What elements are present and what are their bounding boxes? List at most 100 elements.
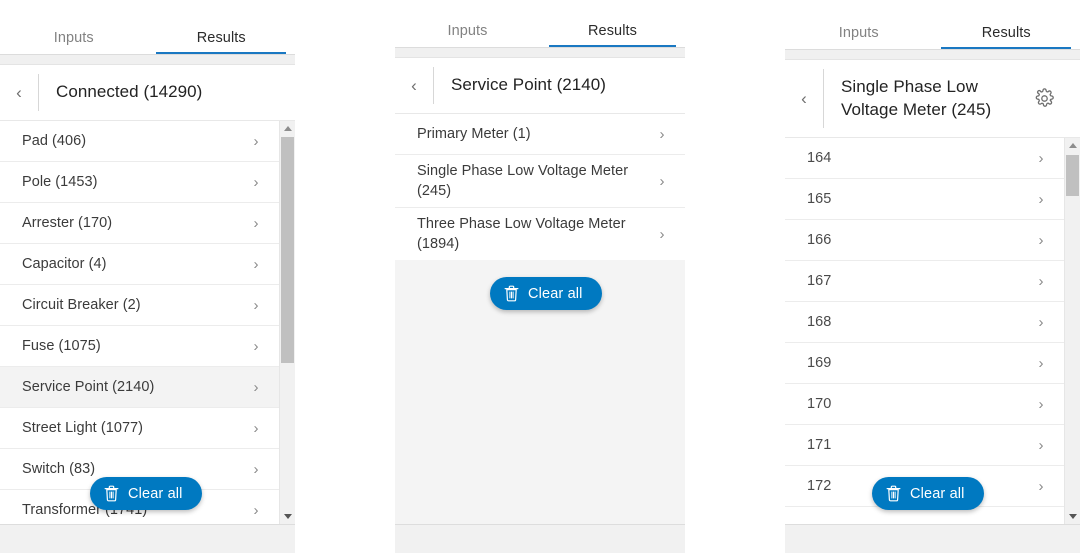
chevron-right-icon: › (1038, 272, 1044, 290)
chevron-right-icon: › (1038, 231, 1044, 249)
tab-results[interactable]: Results (540, 23, 685, 48)
chevron-right-icon: › (1038, 354, 1044, 372)
list-item-label: Capacitor (4) (22, 256, 107, 273)
panel-3-scrollbar[interactable] (1064, 138, 1080, 524)
panel-3-list: 164 › 165 › 166 › 167 › 168 › 169 › 170 … (785, 138, 1064, 524)
chevron-right-icon: › (1038, 149, 1044, 167)
tab-results[interactable]: Results (148, 30, 296, 56)
list-item-label: Pole (1453) (22, 174, 98, 191)
tab-inputs[interactable]: Inputs (0, 30, 148, 55)
list-item[interactable]: 167 › (785, 261, 1064, 302)
scroll-down-button[interactable] (1065, 509, 1080, 524)
list-item[interactable]: Fuse (1075) › (0, 326, 279, 368)
chevron-right-icon: › (253, 296, 259, 314)
panel-connected: Inputs Results ‹ Connected (14290) Pad (… (0, 0, 295, 553)
list-item[interactable]: 164 › (785, 138, 1064, 179)
list-item-label: 167 (807, 273, 832, 289)
list-item[interactable]: 169 › (785, 343, 1064, 384)
list-item-label: Three Phase Low Voltage Meter (1894) (417, 216, 626, 252)
panel-3-grey-band (785, 50, 1080, 60)
chevron-right-icon: › (1038, 436, 1044, 454)
tab-results[interactable]: Results (933, 25, 1080, 50)
list-item[interactable]: Circuit Breaker (2) › (0, 285, 279, 327)
tabbar-panel-3: Inputs Results (785, 0, 1080, 50)
tab-inputs[interactable]: Inputs (785, 25, 933, 50)
arrow-down-icon (283, 514, 292, 519)
panel-2-header: ‹ Service Point (2140) (395, 58, 685, 114)
arrow-down-icon (1068, 514, 1077, 519)
list-item[interactable]: Pole (1453) › (0, 162, 279, 204)
tabbar-divider (785, 49, 1080, 50)
list-item-label: 166 (807, 232, 832, 248)
clear-all-button[interactable]: Clear all (90, 477, 202, 510)
panel-1-bottom-strip (0, 524, 295, 553)
list-item[interactable]: Arrester (170) › (0, 203, 279, 245)
list-item[interactable]: Three Phase Low Voltage Meter (1894) › (395, 208, 685, 260)
chevron-right-icon: › (253, 460, 259, 478)
trash-icon (104, 485, 119, 502)
list-item[interactable]: 171 › (785, 425, 1064, 466)
scroll-down-button[interactable] (280, 509, 295, 524)
list-item-label: 170 (807, 396, 832, 412)
chevron-right-icon: › (1038, 190, 1044, 208)
list-item[interactable]: Single Phase Low Voltage Meter (245) › (395, 155, 685, 208)
list-item-label: Single Phase Low Voltage Meter (245) (417, 163, 629, 199)
panel-1-list-area: Pad (406) › Pole (1453) › Arrester (170)… (0, 121, 295, 524)
list-item[interactable]: 170 › (785, 384, 1064, 425)
chevron-right-icon: › (253, 337, 259, 355)
chevron-right-icon: › (253, 132, 259, 150)
chevron-left-icon[interactable]: ‹ (395, 67, 434, 104)
clear-all-button[interactable]: Clear all (872, 477, 984, 510)
list-item-label: Primary Meter (1) (417, 126, 531, 142)
scrollbar-thumb[interactable] (281, 137, 294, 364)
chevron-right-icon: › (659, 125, 665, 143)
list-item[interactable]: 165 › (785, 179, 1064, 220)
list-item-service-point[interactable]: Service Point (2140) › (0, 367, 279, 409)
scrollbar-thumb[interactable] (1066, 155, 1079, 196)
chevron-right-icon: › (659, 172, 665, 190)
list-item-label: Pad (406) (22, 133, 87, 150)
chevron-right-icon: › (253, 255, 259, 273)
panel-1-grey-band (0, 55, 295, 66)
tabbar-panel-2: Inputs Results (395, 0, 685, 48)
list-item-label: 171 (807, 437, 832, 453)
list-item[interactable]: Street Light (1077) › (0, 408, 279, 450)
trash-icon (504, 285, 519, 302)
page-title: Connected (14290) (56, 82, 203, 102)
list-item-label: Street Light (1077) (22, 420, 144, 437)
list-item-label: 165 (807, 191, 832, 207)
chevron-right-icon: › (253, 378, 259, 396)
scroll-up-button[interactable] (1065, 138, 1080, 153)
chevron-right-icon: › (253, 501, 259, 519)
chevron-left-icon[interactable]: ‹ (785, 69, 824, 128)
screenshot-root: Inputs Results ‹ Connected (14290) Pad (… (0, 0, 1080, 553)
chevron-right-icon: › (253, 419, 259, 437)
list-item-label: 169 (807, 355, 832, 371)
scroll-up-button[interactable] (280, 121, 295, 136)
list-item-label: Service Point (2140) (22, 379, 155, 396)
chevron-left-icon[interactable]: ‹ (0, 74, 39, 112)
list-item[interactable]: Pad (406) › (0, 121, 279, 163)
list-item[interactable]: 166 › (785, 220, 1064, 261)
chevron-right-icon: › (253, 173, 259, 191)
list-item[interactable]: Capacitor (4) › (0, 244, 279, 286)
list-item-label: Circuit Breaker (2) (22, 297, 141, 314)
trash-icon (886, 485, 901, 502)
clear-all-button[interactable]: Clear all (490, 277, 602, 310)
list-item-label: Arrester (170) (22, 215, 113, 232)
chevron-right-icon: › (1038, 313, 1044, 331)
panel-2-list: Primary Meter (1) › Single Phase Low Vol… (395, 114, 685, 260)
panel-service-point: Inputs Results ‹ Service Point (2140) Pr… (395, 0, 685, 553)
panel-1-scrollbar[interactable] (279, 121, 295, 524)
list-item[interactable]: 168 › (785, 302, 1064, 343)
tabbar-panel-1: Inputs Results (0, 0, 296, 56)
list-item[interactable]: Primary Meter (1) › (395, 114, 685, 155)
list-item-label: 168 (807, 314, 832, 330)
clear-all-label: Clear all (910, 485, 965, 502)
panel-2-bottom-strip (395, 524, 685, 553)
tab-inputs[interactable]: Inputs (395, 23, 540, 48)
panel-3-list-area: 164 › 165 › 166 › 167 › 168 › 169 › 170 … (785, 138, 1080, 524)
list-item-label: Fuse (1075) (22, 338, 101, 355)
clear-all-label: Clear all (528, 285, 583, 302)
gear-icon[interactable] (1031, 86, 1057, 112)
